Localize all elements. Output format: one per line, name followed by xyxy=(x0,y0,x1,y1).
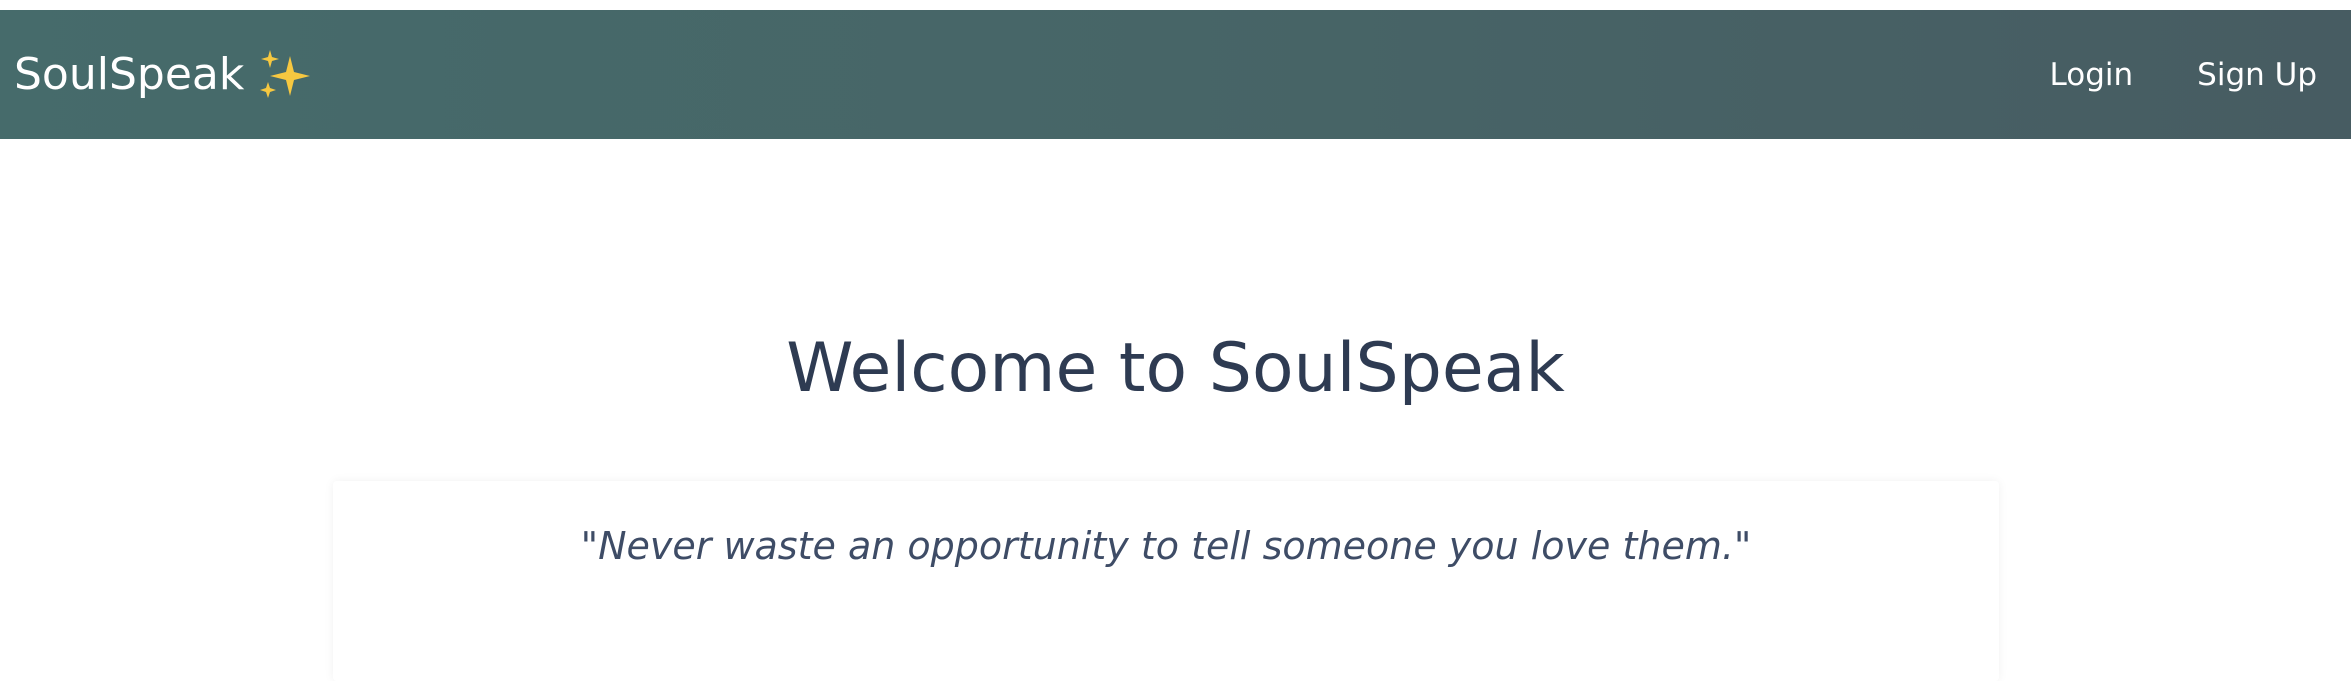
quote-text: "Never waste an opportunity to tell some… xyxy=(580,524,1752,568)
navbar: SoulSpeak Login Sign Up xyxy=(0,10,2351,139)
sparkles-icon xyxy=(256,46,314,104)
top-strip xyxy=(0,0,2351,10)
brand-name: SoulSpeak xyxy=(14,49,245,100)
nav-links: Login Sign Up xyxy=(2050,10,2317,139)
signup-link[interactable]: Sign Up xyxy=(2197,57,2317,93)
brand-logo-link[interactable]: SoulSpeak xyxy=(14,10,314,139)
main-content: Welcome to SoulSpeak "Never waste an opp… xyxy=(0,139,2351,681)
quote-card: "Never waste an opportunity to tell some… xyxy=(333,481,1999,681)
page-title: Welcome to SoulSpeak xyxy=(786,329,1565,408)
login-link[interactable]: Login xyxy=(2050,57,2134,93)
